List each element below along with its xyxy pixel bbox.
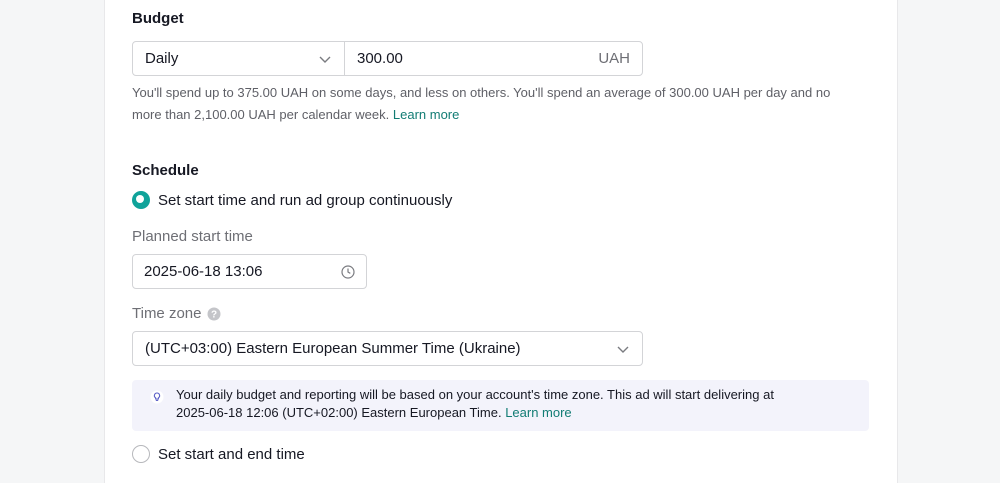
radio-continuous-label[interactable]: Set start time and run ad group continuo… (158, 192, 452, 209)
planned-start-label: Planned start time (132, 228, 253, 245)
budget-help-line2-row: more than 2,100.00 UAH per calendar week… (132, 104, 872, 126)
lightbulb-icon (150, 390, 164, 404)
chevron-down-icon (616, 342, 630, 356)
budget-help-line1: You'll spend up to 375.00 UAH on some da… (132, 85, 831, 100)
timezone-label: Time zone (132, 305, 202, 322)
svg-text:?: ? (211, 309, 217, 320)
radio-start-end[interactable] (132, 445, 150, 463)
planned-start-input[interactable]: 2025-06-18 13:06 (132, 254, 367, 289)
budget-help-line2: more than 2,100.00 UAH per calendar week… (132, 107, 390, 122)
budget-type-select[interactable]: Daily (132, 41, 345, 76)
info-line2: 2025-06-18 12:06 (UTC+02:00) Eastern Eur… (176, 405, 502, 420)
info-line1: Your daily budget and reporting will be … (176, 387, 774, 402)
budget-learn-more-link[interactable]: Learn more (393, 107, 459, 122)
timezone-value: (UTC+03:00) Eastern European Summer Time… (145, 340, 521, 357)
info-text: Your daily budget and reporting will be … (176, 386, 774, 422)
timezone-info-banner: Your daily budget and reporting will be … (132, 380, 869, 431)
budget-type-value: Daily (145, 50, 179, 67)
timezone-label-row: Time zone ? (132, 305, 221, 322)
ad-group-settings-card: Budget Daily 300.00 UAH You'll spend up … (104, 0, 898, 483)
currency-label: UAH (598, 50, 630, 67)
radio-start-end-label[interactable]: Set start and end time (158, 446, 305, 463)
info-line2-row: 2025-06-18 12:06 (UTC+02:00) Eastern Eur… (176, 404, 774, 422)
budget-amount-input[interactable]: 300.00 UAH (344, 41, 643, 76)
clock-icon[interactable] (341, 264, 355, 279)
budget-amount-value: 300.00 (357, 50, 403, 67)
schedule-title: Schedule (132, 162, 199, 179)
radio-continuous[interactable] (132, 191, 150, 209)
budget-help-text: You'll spend up to 375.00 UAH on some da… (132, 82, 872, 126)
planned-start-value: 2025-06-18 13:06 (144, 263, 263, 280)
info-learn-more-link[interactable]: Learn more (505, 405, 571, 420)
question-icon[interactable]: ? (207, 307, 221, 321)
chevron-down-icon (318, 52, 332, 66)
timezone-select[interactable]: (UTC+03:00) Eastern European Summer Time… (132, 331, 643, 366)
budget-title: Budget (132, 10, 184, 27)
